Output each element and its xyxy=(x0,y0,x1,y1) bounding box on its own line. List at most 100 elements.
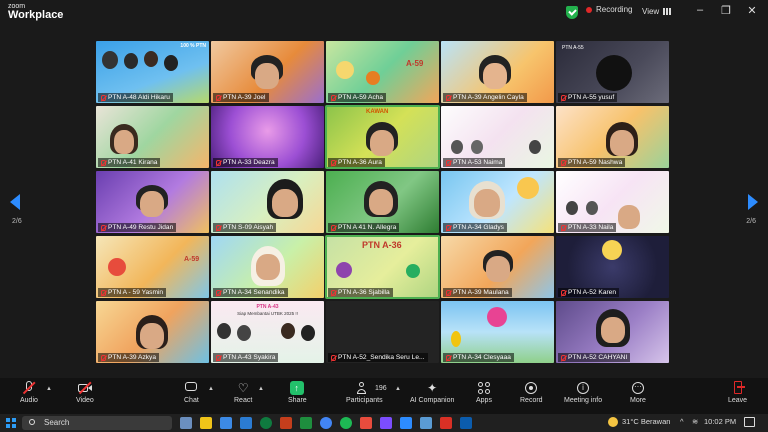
video-button[interactable]: Video xyxy=(76,381,94,404)
tile-banner-text: PTN A-36 xyxy=(362,240,402,250)
mic-muted-icon xyxy=(331,354,336,361)
video-tile[interactable]: PTN A-39 Joel xyxy=(211,41,324,103)
chrome-icon[interactable] xyxy=(320,417,332,429)
windows-start-icon[interactable] xyxy=(6,418,16,428)
minimize-icon[interactable]: – xyxy=(690,4,710,16)
chat-options-caret-icon[interactable]: ▲ xyxy=(208,386,214,392)
share-button[interactable]: ↑ Share xyxy=(288,381,307,404)
video-tile[interactable]: PTN A-39 Maulana xyxy=(441,236,554,298)
taskbar-app-icon[interactable] xyxy=(360,417,372,429)
participant-name: PTN A-41 Kirana xyxy=(98,158,161,167)
view-button[interactable]: View xyxy=(642,7,672,16)
info-icon: i xyxy=(576,381,590,395)
mic-muted-icon xyxy=(446,94,451,101)
security-shield-icon[interactable] xyxy=(566,6,578,19)
word-icon[interactable] xyxy=(240,417,252,429)
page-indicator-right: 2/6 xyxy=(746,218,756,225)
video-tile[interactable]: PTN A-53 Naima xyxy=(441,106,554,168)
video-tile[interactable]: PTN A-52 Karen xyxy=(556,236,669,298)
participant-name: PTN A-36 Sjabilla xyxy=(328,288,393,297)
close-icon[interactable]: ✕ xyxy=(742,4,762,17)
previous-page-arrow-icon[interactable] xyxy=(10,194,20,210)
page-indicator-left: 2/6 xyxy=(12,218,22,225)
video-tile-camera-off[interactable]: PTN A-52_Sendika Seru Le... xyxy=(326,301,439,363)
view-label: View xyxy=(642,7,660,16)
next-page-arrow-icon[interactable] xyxy=(748,194,758,210)
meeting-info-button[interactable]: i Meeting info xyxy=(564,381,602,404)
participant-name: PTN A-34 Gladys xyxy=(443,223,507,232)
tile-banner-text: A-59 xyxy=(184,256,200,263)
mic-muted-icon xyxy=(101,159,106,166)
recording-label: Recording xyxy=(596,5,633,14)
ai-companion-button[interactable]: ✦ AI Companion xyxy=(410,381,454,404)
camera-off-icon xyxy=(77,381,92,395)
video-tile[interactable]: PTN A-39 Azkya xyxy=(96,301,209,363)
spotify-icon[interactable] xyxy=(340,417,352,429)
participant-name: PTN A-59 Acha xyxy=(328,93,387,102)
heart-icon: ♡ xyxy=(237,381,249,395)
audio-options-caret-icon[interactable]: ▲ xyxy=(46,386,52,392)
taskbar-app-icon[interactable] xyxy=(400,417,412,429)
video-tile[interactable]: A-59 PTN A-59 Acha xyxy=(326,41,439,103)
participant-name: PTN A-39 Angelin Cayla xyxy=(443,93,527,102)
apps-label: Apps xyxy=(476,397,492,404)
chat-icon xyxy=(184,381,198,395)
apps-button[interactable]: Apps xyxy=(476,381,492,404)
video-tile-active[interactable]: PTN A-36 PTN A-36 Sjabilla xyxy=(325,235,440,299)
taskbar-app-icon[interactable] xyxy=(180,417,192,429)
time-text[interactable]: 10:02 PM xyxy=(704,417,736,426)
weather-icon[interactable] xyxy=(608,417,618,427)
mic-muted-icon xyxy=(216,354,221,361)
participant-name: PTN A-43 Syakira xyxy=(213,353,279,362)
leave-button[interactable]: Leave xyxy=(728,381,747,404)
powerpoint-icon[interactable] xyxy=(280,417,292,429)
video-tile[interactable]: PTN A-43 Siap Membantai UTBK 2025 !! PTN… xyxy=(211,301,324,363)
pdf-reader-icon[interactable] xyxy=(440,417,452,429)
system-tray-chevron-icon[interactable]: ^ xyxy=(680,417,684,426)
record-label: Record xyxy=(520,397,543,404)
video-tile[interactable]: PTN A-34 Clesyaaa xyxy=(441,301,554,363)
search-label: Search xyxy=(44,418,70,427)
chat-button[interactable]: Chat xyxy=(184,381,199,404)
video-tile[interactable]: PTN A-33 Deazra xyxy=(211,106,324,168)
video-tile[interactable]: PTN A 41 N. Allegra xyxy=(326,171,439,233)
video-tile[interactable]: 100 % PTN PTN A-48 Aldi Hikaru xyxy=(96,41,209,103)
taskbar-app-icon[interactable] xyxy=(220,417,232,429)
video-tile[interactable]: PTN A-39 Angelin Cayla xyxy=(441,41,554,103)
participants-label: Participants xyxy=(346,397,383,404)
taskbar-app-icon[interactable] xyxy=(260,417,272,429)
taskbar-app-icon[interactable] xyxy=(420,417,432,429)
restore-icon[interactable]: ❐ xyxy=(716,4,736,17)
participants-options-caret-icon[interactable]: ▲ xyxy=(395,386,401,392)
video-tile[interactable]: PTN A-49 Restu Jidan xyxy=(96,171,209,233)
taskbar-app-icon[interactable] xyxy=(380,417,392,429)
video-tile[interactable]: PTN A-34 Senandika xyxy=(211,236,324,298)
recording-indicator[interactable]: Recording xyxy=(586,5,632,14)
record-button[interactable]: Record xyxy=(520,381,543,404)
react-button[interactable]: ♡ React xyxy=(234,381,252,404)
excel-icon[interactable] xyxy=(300,417,312,429)
video-tile[interactable]: PTN S-09 Aisyah xyxy=(211,171,324,233)
participant-name: PTN A-49 Restu Jidan xyxy=(98,223,177,232)
video-tile[interactable]: PTN A-59 Nashwa xyxy=(556,106,669,168)
video-tile[interactable]: PTN A-55 PTN A-55 yusuf xyxy=(556,41,669,103)
audio-button[interactable]: Audio xyxy=(20,381,38,404)
video-tile[interactable]: PTN A-52 CAHYANI xyxy=(556,301,669,363)
video-tile[interactable]: PTN A-33 Naila xyxy=(556,171,669,233)
video-tile[interactable]: PTN A-34 Gladys xyxy=(441,171,554,233)
participant-name: PTN A-52 CAHYANI xyxy=(558,353,631,362)
zoom-logo: zoom Workplace xyxy=(8,3,63,21)
weather-text[interactable]: 31°C Berawan xyxy=(622,417,670,426)
wifi-icon[interactable]: ≋ xyxy=(692,417,698,426)
taskbar-search-box[interactable]: Search xyxy=(22,416,172,430)
zoom-taskbar-icon[interactable] xyxy=(460,417,472,429)
react-options-caret-icon[interactable]: ▲ xyxy=(258,386,264,392)
notifications-icon[interactable] xyxy=(744,417,755,427)
more-button[interactable]: ··· More xyxy=(630,381,646,404)
title-bar: zoom Workplace Recording View – ❐ ✕ xyxy=(0,0,768,26)
participant-name: PTN A-48 Aldi Hikaru xyxy=(98,93,173,102)
file-explorer-icon[interactable] xyxy=(200,417,212,429)
video-tile[interactable]: PTN A-41 Kirana xyxy=(96,106,209,168)
video-tile[interactable]: A-59 PTN A - 59 Yasmin xyxy=(96,236,209,298)
video-tile-active-speaker[interactable]: KAWAN PTN A-36 Aura xyxy=(325,105,440,169)
